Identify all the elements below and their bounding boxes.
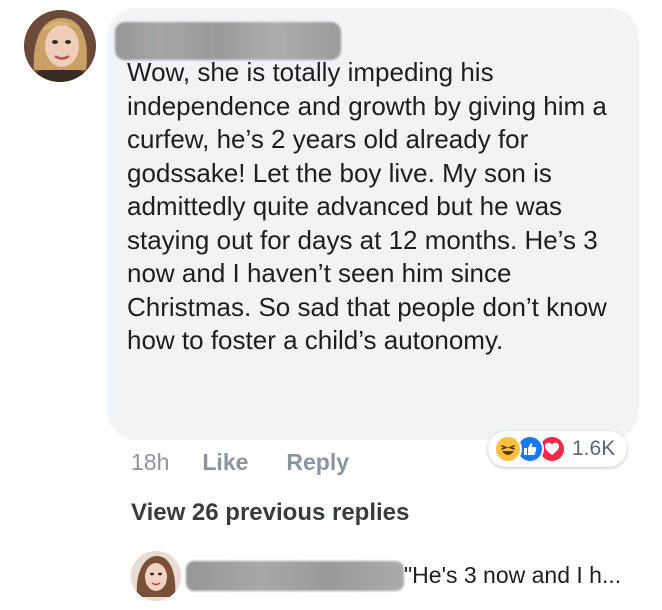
like-button[interactable]: Like <box>202 449 248 476</box>
reply-avatar[interactable] <box>131 551 181 601</box>
commenter-avatar[interactable] <box>24 10 96 82</box>
comment-timestamp[interactable]: 18h <box>131 449 169 476</box>
comment-bubble: Wow, she is totally impeding his indepen… <box>107 8 639 440</box>
redacted-reply-author-name <box>186 561 404 591</box>
comment-actions: 18h Like Reply <box>131 447 349 477</box>
reply-preview-text[interactable]: "He's 3 now and I h... <box>404 562 621 589</box>
redacted-commenter-name <box>115 22 341 60</box>
avatar-photo-icon <box>24 10 96 82</box>
view-previous-replies-link[interactable]: View 26 previous replies <box>131 499 409 527</box>
reactions-summary[interactable]: 1.6K <box>488 431 628 467</box>
reaction-count: 1.6K <box>572 437 616 460</box>
haha-reaction-icon <box>494 435 522 463</box>
comment-text: Wow, she is totally impeding his indepen… <box>127 57 607 355</box>
reply-button[interactable]: Reply <box>286 449 349 476</box>
reply-avatar-photo-icon <box>131 551 181 601</box>
